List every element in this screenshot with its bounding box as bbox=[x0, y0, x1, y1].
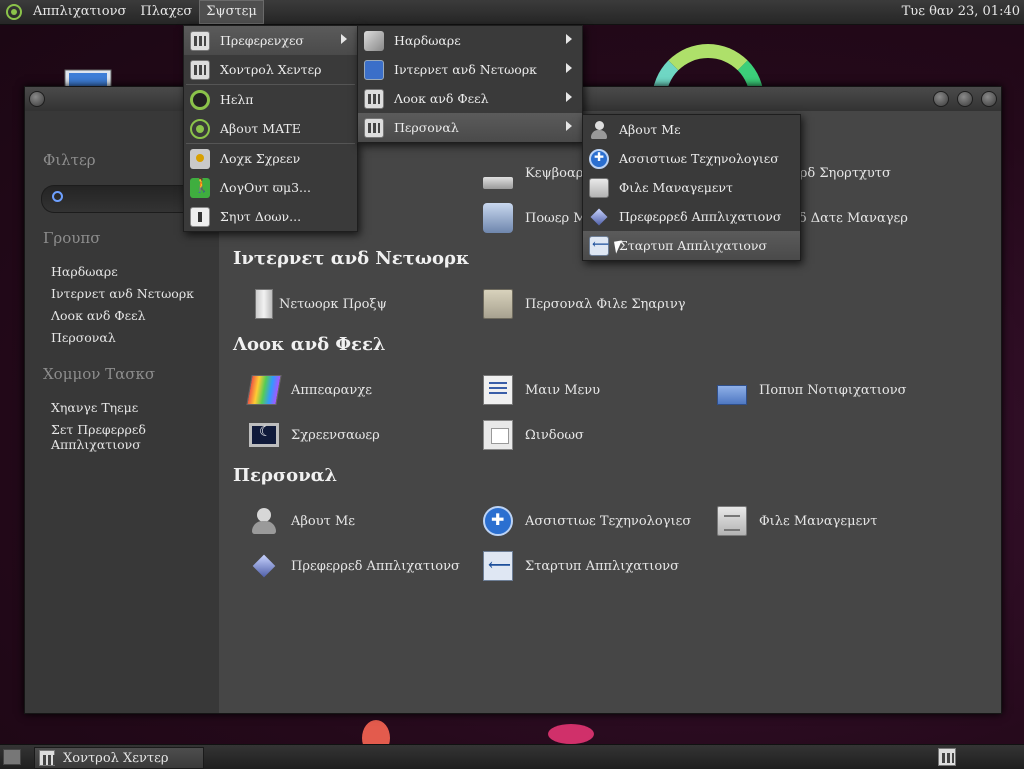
screensaver-icon bbox=[249, 423, 279, 447]
screensaver-item[interactable]: Σχρεενσαωερ bbox=[249, 418, 380, 452]
common-tasks-heading: Χομμον Τασκσ bbox=[43, 365, 156, 383]
folder-icon bbox=[483, 289, 513, 319]
mate-icon bbox=[190, 118, 210, 139]
menu-item-preferences[interactable]: Πρεφερενχεσ bbox=[184, 26, 357, 55]
main-menu-item[interactable]: Μαιν Μενυ bbox=[483, 373, 600, 407]
control-center-window: Φιλτερ Γρουπσ Ηαρδωαρε Ιντερνετ ανδ Νετω… bbox=[24, 86, 1002, 714]
keyboard-icon bbox=[483, 177, 513, 189]
windows-item[interactable]: Ωινδοωσ bbox=[483, 418, 584, 452]
menu-item-control-center[interactable]: Χοντρολ Χεντερ bbox=[184, 55, 357, 84]
places-menu[interactable]: Πλαχεσ bbox=[133, 0, 199, 24]
file-management-item[interactable]: Φιλε Μαναγεμεντ bbox=[717, 504, 877, 538]
file-cabinet-icon bbox=[589, 177, 609, 198]
task-change-theme[interactable]: Χηανγε Τηεμε bbox=[51, 400, 138, 415]
filter-heading: Φιλτερ bbox=[43, 151, 96, 169]
notification-icon bbox=[717, 385, 747, 405]
file-sharing-item[interactable]: Περσοναλ Φιλε Σηαρινγ bbox=[483, 287, 686, 321]
file-cabinet-icon bbox=[717, 506, 747, 536]
mate-logo-icon bbox=[6, 4, 22, 20]
personal-item-about-me[interactable]: Αβουτ Με bbox=[583, 115, 800, 144]
personal-item-file-management[interactable]: Φιλε Μαναγεμεντ bbox=[583, 173, 800, 202]
bottom-panel: Χοντρολ Χεντερ bbox=[0, 744, 1024, 769]
look-feel-icon bbox=[364, 88, 384, 109]
submenu-arrow-icon bbox=[341, 34, 347, 44]
system-menu[interactable]: Σψστεμ bbox=[199, 0, 264, 24]
shutdown-icon bbox=[190, 206, 210, 227]
server-icon bbox=[255, 289, 273, 319]
personal-icon bbox=[364, 117, 384, 138]
preferred-apps-item[interactable]: Πρεφερρεδ Αππλιχατιονσ bbox=[249, 549, 460, 583]
system-dropdown-menu: Πρεφερενχεσ Χοντρολ Χεντερ Ηελπ Αβουτ MA… bbox=[183, 25, 358, 232]
windows-icon bbox=[483, 420, 513, 450]
applications-menu[interactable]: Αππλιχατιονσ bbox=[26, 0, 133, 24]
clock[interactable]: Τυε θαν 23, 01:40 bbox=[902, 0, 1020, 24]
sidebar-item-look[interactable]: Λοοκ ανδ Φεελ bbox=[51, 308, 146, 323]
personal-item-assistive[interactable]: Ασσιστιωε Τεχηνολογιεσ bbox=[583, 144, 800, 173]
preferred-apps-icon bbox=[249, 551, 279, 581]
keyboard-item[interactable]: Κεψβοαρδ bbox=[483, 156, 591, 190]
taskbar-button-control-center[interactable]: Χοντρολ Χεντερ bbox=[34, 747, 204, 769]
maximize-button[interactable] bbox=[957, 91, 973, 107]
palette-icon bbox=[246, 375, 282, 405]
logout-icon bbox=[190, 177, 210, 198]
sidebar-item-hardware[interactable]: Ηαρδωαρε bbox=[51, 264, 118, 279]
preferences-submenu: Ηαρδωαρε Ιντερνετ ανδ Νετωορκ Λοοκ ανδ Φ… bbox=[357, 25, 583, 143]
menu-item-help[interactable]: Ηελπ bbox=[184, 85, 357, 114]
personal-submenu: Αβουτ Με Ασσιστιωε Τεχηνολογιεσ Φιλε Μαν… bbox=[582, 114, 801, 261]
accessibility-icon bbox=[589, 148, 609, 169]
menu-item-shut-down[interactable]: Σηυτ Δοων... bbox=[184, 202, 357, 231]
submenu-item-personal[interactable]: Περσοναλ bbox=[358, 113, 582, 142]
submenu-item-hardware[interactable]: Ηαρδωαρε bbox=[358, 26, 582, 55]
startup-icon bbox=[589, 235, 609, 256]
assistive-tech-item[interactable]: Ασσιστιωε Τεχηνολογιεσ bbox=[483, 504, 691, 538]
person-icon bbox=[589, 120, 609, 140]
appearance-item[interactable]: Αππεαρανχε bbox=[246, 373, 372, 407]
submenu-arrow-icon bbox=[566, 34, 572, 44]
groups-heading: Γρουπσ bbox=[43, 229, 101, 247]
search-icon bbox=[52, 191, 63, 202]
sidebar-item-personal[interactable]: Περσοναλ bbox=[51, 330, 116, 345]
hardware-icon bbox=[364, 30, 384, 51]
submenu-item-internet[interactable]: Ιντερνετ ανδ Νετωορκ bbox=[358, 55, 582, 84]
person-icon bbox=[249, 506, 279, 536]
submenu-item-look[interactable]: Λοοκ ανδ Φεελ bbox=[358, 84, 582, 113]
menu-item-about-mate[interactable]: Αβουτ MATE bbox=[184, 114, 357, 143]
close-button[interactable] bbox=[981, 91, 997, 107]
about-me-item[interactable]: Αβουτ Με bbox=[249, 504, 355, 538]
submenu-arrow-icon bbox=[566, 92, 572, 102]
startup-apps-item[interactable]: Σταρτυπ Αππλιχατιονσ bbox=[483, 549, 679, 583]
preferred-apps-icon bbox=[589, 207, 609, 227]
popup-notifications-item[interactable]: Ποπυπ Νοτιφιχατιονσ bbox=[717, 373, 907, 407]
accessibility-icon bbox=[483, 506, 513, 536]
top-panel: Αππλιχατιονσ Πλαχεσ Σψστεμ Τυε θαν 23, 0… bbox=[0, 0, 1024, 25]
preferences-icon bbox=[190, 30, 210, 51]
sidebar-item-internet[interactable]: Ιντερνετ ανδ Νετωορκ bbox=[51, 286, 194, 301]
submenu-arrow-icon bbox=[566, 63, 572, 73]
help-icon bbox=[190, 89, 210, 110]
control-center-icon bbox=[39, 750, 55, 766]
menu-item-lock-screen[interactable]: Λοχκ Σχρεεν bbox=[184, 144, 357, 173]
menu-icon bbox=[483, 375, 513, 405]
personal-item-preferred-apps[interactable]: Πρεφερρεδ Αππλιχατιονσ bbox=[583, 202, 800, 231]
wallpaper-shape bbox=[548, 724, 594, 744]
internet-heading: Ιντερνετ ανδ Νετωορκ bbox=[233, 248, 470, 269]
personal-heading: Περσοναλ bbox=[233, 465, 338, 486]
menu-item-log-out[interactable]: ΛογΟυτ ϖμ3... bbox=[184, 173, 357, 202]
task-set-preferred-apps[interactable]: Σετ Πρεφερρεδ Αππλιχατιονσ bbox=[51, 422, 171, 452]
lock-icon bbox=[190, 148, 210, 169]
network-proxy-item[interactable]: Νετωορκ Προξψ bbox=[249, 287, 387, 321]
power-icon bbox=[483, 203, 513, 233]
submenu-arrow-icon bbox=[566, 121, 572, 131]
control-center-icon bbox=[190, 59, 210, 80]
tray-icon[interactable] bbox=[938, 748, 956, 766]
show-desktop-icon[interactable] bbox=[3, 749, 21, 765]
startup-icon bbox=[483, 551, 513, 581]
network-icon bbox=[364, 59, 384, 80]
window-menu-button[interactable] bbox=[29, 91, 45, 107]
minimize-button[interactable] bbox=[933, 91, 949, 107]
look-heading: Λοοκ ανδ Φεελ bbox=[233, 334, 386, 355]
